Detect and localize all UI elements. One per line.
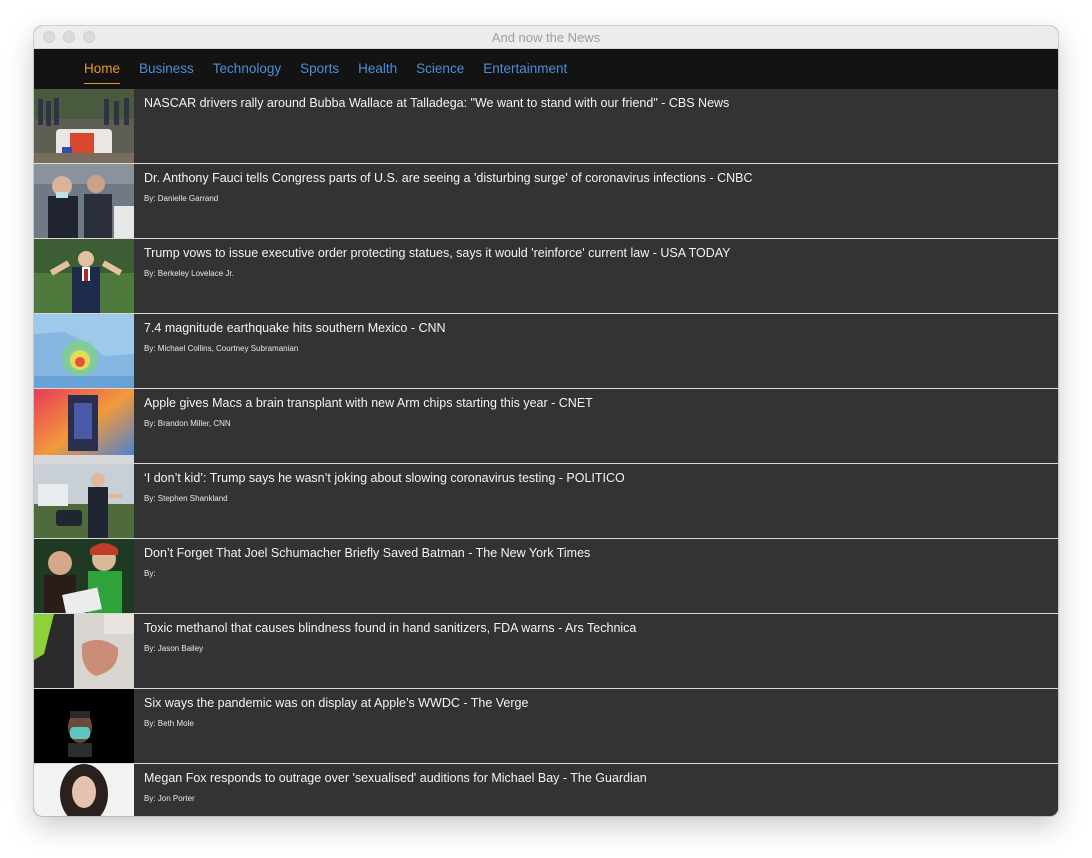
category-nav: Home Business Technology Sports Health S… [34,49,1058,89]
app-window: And now the News Home Business Technolog… [34,26,1058,816]
article-headline: Dr. Anthony Fauci tells Congress parts o… [144,171,753,185]
article-thumbnail [34,614,134,688]
tab-technology[interactable]: Technology [213,58,281,80]
tab-science[interactable]: Science [416,58,464,80]
article-thumbnail [34,164,134,238]
article-headline: Don’t Forget That Joel Schumacher Briefl… [144,546,591,560]
article-row[interactable]: NASCAR drivers rally around Bubba Wallac… [34,89,1058,164]
article-headline: Apple gives Macs a brain transplant with… [144,396,593,410]
article-row[interactable]: Megan Fox responds to outrage over 'sexu… [34,764,1058,816]
article-byline: By: Brandon Miller, CNN [144,419,231,428]
article-byline: By: [144,569,156,578]
article-row[interactable]: Trump vows to issue executive order prot… [34,239,1058,314]
article-thumbnail [34,539,134,613]
article-thumbnail [34,689,134,763]
article-row[interactable]: Dr. Anthony Fauci tells Congress parts o… [34,164,1058,239]
article-row[interactable]: Six ways the pandemic was on display at … [34,689,1058,764]
article-headline: Toxic methanol that causes blindness fou… [144,621,637,635]
title-bar: And now the News [34,26,1058,49]
article-row[interactable]: Don’t Forget That Joel Schumacher Briefl… [34,539,1058,614]
tab-health[interactable]: Health [358,58,397,80]
article-row[interactable]: ‘I don’t kid’: Trump says he wasn’t joki… [34,464,1058,539]
tab-business[interactable]: Business [139,58,194,80]
article-list: NASCAR drivers rally around Bubba Wallac… [34,89,1058,816]
article-headline: NASCAR drivers rally around Bubba Wallac… [144,96,730,110]
article-thumbnail [34,464,134,538]
article-thumbnail [34,239,134,313]
tab-home[interactable]: Home [84,58,121,84]
tab-sports[interactable]: Sports [300,58,339,80]
article-byline: By: Beth Mole [144,719,194,728]
article-headline: Six ways the pandemic was on display at … [144,696,529,710]
article-byline: By: Berkeley Lovelace Jr. [144,269,234,278]
article-byline: By: Stephen Shankland [144,494,228,503]
article-byline: By: Jason Bailey [144,644,204,653]
article-row[interactable]: Toxic methanol that causes blindness fou… [34,614,1058,689]
article-byline: By: Danielle Garrand [144,194,219,203]
article-headline: Megan Fox responds to outrage over 'sexu… [144,771,647,785]
article-row[interactable]: 7.4 magnitude earthquake hits southern M… [34,314,1058,389]
article-headline: ‘I don’t kid’: Trump says he wasn’t joki… [144,471,625,485]
article-byline: By: Jon Porter [144,794,195,803]
article-thumbnail [34,314,134,388]
window-title: And now the News [491,30,601,45]
article-headline: 7.4 magnitude earthquake hits southern M… [144,321,446,335]
article-headline: Trump vows to issue executive order prot… [144,246,731,260]
tab-entertainment[interactable]: Entertainment [483,58,567,80]
article-row[interactable]: Apple gives Macs a brain transplant with… [34,389,1058,464]
article-thumbnail [34,89,134,163]
article-thumbnail [34,389,134,463]
article-byline: By: Michael Collins, Courtney Subramania… [144,344,299,353]
article-thumbnail [34,764,134,816]
